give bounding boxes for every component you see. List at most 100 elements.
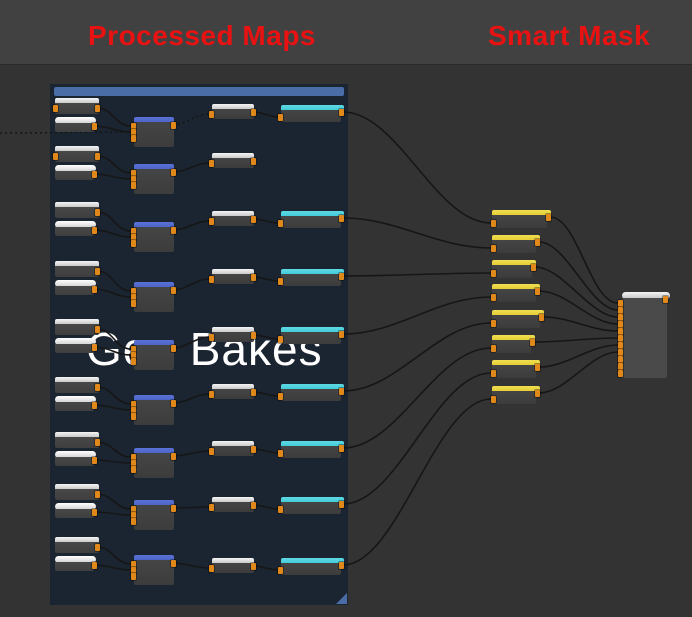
source-node-b[interactable] [55,117,96,132]
input-pin[interactable] [131,135,136,142]
output-pin[interactable] [251,216,256,223]
output-pin[interactable] [339,273,344,280]
output-pin[interactable] [339,388,344,395]
wire[interactable] [343,297,491,334]
source-node-a[interactable] [55,484,99,500]
input-pin[interactable] [209,334,214,341]
output-pin[interactable] [539,314,544,321]
source-node-b[interactable] [55,280,96,295]
output-pin[interactable] [171,560,176,567]
output-pin[interactable] [339,331,344,338]
mask-node-yellow[interactable] [492,235,540,253]
output-pin[interactable] [171,287,176,294]
input-pin[interactable] [131,300,136,307]
wire[interactable] [343,348,491,448]
input-pin[interactable] [209,391,214,398]
input-pin[interactable] [278,567,283,574]
wire[interactable] [550,217,618,303]
input-pin[interactable] [618,321,623,328]
wire[interactable] [173,507,209,508]
map-output-node-cyan[interactable] [281,327,344,344]
output-pin[interactable] [171,453,176,460]
input-pin[interactable] [491,320,496,327]
mask-node-yellow[interactable] [492,284,540,302]
process-node-blue[interactable] [134,500,174,530]
output-pin[interactable] [95,439,100,446]
levels-node-white[interactable] [212,211,254,226]
source-node-a[interactable] [55,377,99,393]
output-pin[interactable] [95,384,100,391]
map-output-node-cyan[interactable] [281,211,344,228]
input-pin[interactable] [618,300,623,307]
wire[interactable] [343,373,491,504]
map-output-node-cyan[interactable] [281,384,344,401]
mask-node-yellow[interactable] [492,260,536,278]
input-pin[interactable] [278,220,283,227]
source-node-b[interactable] [55,556,96,571]
output-pin[interactable] [535,364,540,371]
frame-titlebar[interactable] [54,87,344,96]
input-pin[interactable] [209,111,214,118]
wire[interactable] [534,338,618,342]
input-pin[interactable] [278,336,283,343]
wire[interactable] [343,399,491,565]
input-pin[interactable] [618,356,623,363]
process-node-blue[interactable] [134,448,174,478]
output-pin[interactable] [535,239,540,246]
output-pin[interactable] [95,268,100,275]
levels-node-white[interactable] [212,558,254,573]
output-pin[interactable] [171,400,176,407]
map-output-node-cyan[interactable] [281,269,344,286]
wire[interactable] [539,242,618,310]
process-node-blue[interactable] [134,164,174,194]
output-pin[interactable] [251,389,256,396]
input-pin[interactable] [618,328,623,335]
source-node-b[interactable] [55,338,96,353]
input-pin[interactable] [131,466,136,473]
output-pin[interactable] [171,227,176,234]
input-pin[interactable] [618,349,623,356]
output-pin[interactable] [546,214,551,221]
input-pin[interactable] [618,307,623,314]
source-node-b[interactable] [55,165,96,180]
output-pin[interactable] [92,123,97,130]
smart-mask-output-node[interactable] [622,292,670,378]
process-node-blue[interactable] [134,222,174,252]
input-pin[interactable] [209,504,214,511]
output-pin[interactable] [251,332,256,339]
input-pin[interactable] [278,506,283,513]
input-pin[interactable] [209,218,214,225]
wire[interactable] [343,112,491,223]
mask-node-yellow[interactable] [492,386,540,404]
output-pin[interactable] [92,171,97,178]
map-output-node-cyan[interactable] [281,105,344,122]
input-pin[interactable] [131,240,136,247]
mask-node-yellow[interactable] [492,360,540,378]
source-node-b[interactable] [55,503,96,518]
output-pin[interactable] [92,286,97,293]
input-pin[interactable] [53,105,58,112]
source-node-a[interactable] [55,432,99,448]
source-node-a[interactable] [55,98,99,114]
input-pin[interactable] [278,278,283,285]
input-pin[interactable] [131,518,136,525]
input-pin[interactable] [491,270,496,277]
output-pin[interactable] [95,326,100,333]
input-pin[interactable] [491,396,496,403]
input-pin[interactable] [618,370,623,377]
input-pin[interactable] [53,153,58,160]
input-pin[interactable] [618,363,623,370]
output-pin[interactable] [251,158,256,165]
process-node-blue[interactable] [134,340,174,370]
wire[interactable] [539,352,618,393]
input-pin[interactable] [209,565,214,572]
output-pin[interactable] [95,544,100,551]
wire[interactable] [343,218,491,248]
output-pin[interactable] [95,209,100,216]
input-pin[interactable] [209,160,214,167]
input-pin[interactable] [491,220,496,227]
process-node-blue[interactable] [134,117,174,147]
mask-node-yellow[interactable] [492,210,551,228]
output-pin[interactable] [92,457,97,464]
levels-node-white[interactable] [212,269,254,284]
